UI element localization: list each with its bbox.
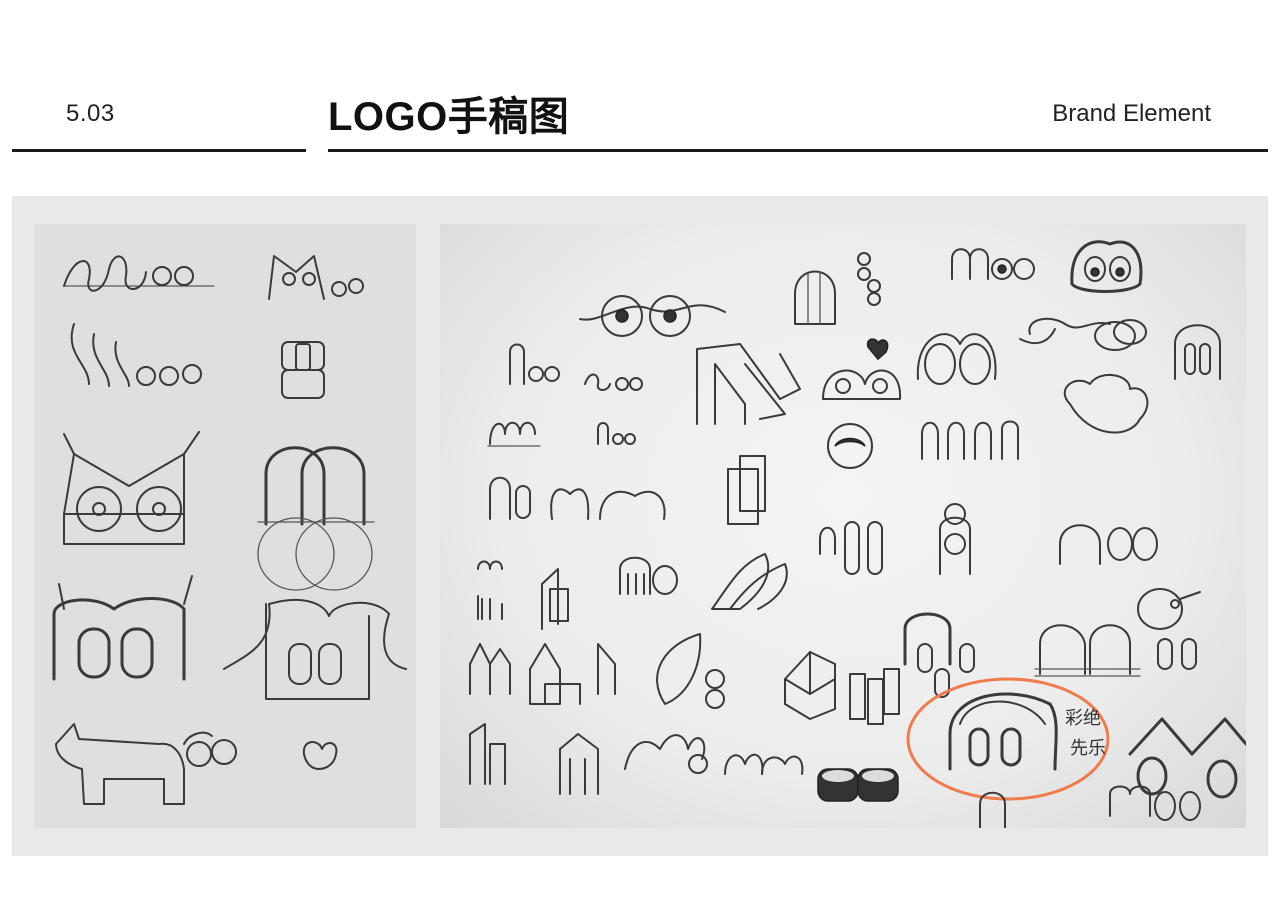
sketch-owl-horns xyxy=(63,431,200,545)
sketch-towers-bottom xyxy=(469,723,599,795)
highlighted-moo-concept: 彩绝 先乐 xyxy=(906,677,1110,801)
sketch-cloud-hand xyxy=(1063,374,1149,434)
sketch-double-o xyxy=(257,446,375,591)
sketch-moo-script xyxy=(724,753,804,775)
sketch-cluster-left xyxy=(477,560,569,630)
sketch-muu-letters xyxy=(921,420,1019,460)
sketch-moo-hair xyxy=(223,599,407,700)
sketch-cube xyxy=(784,651,836,720)
sketch-mmmo xyxy=(619,556,678,595)
header-rule-left xyxy=(12,149,306,152)
sketch-heart-moo xyxy=(822,338,902,400)
header-rule-right xyxy=(328,149,1268,152)
brand-element-label: Brand Element xyxy=(1052,100,1211,127)
sketch-moo-round xyxy=(1059,524,1158,565)
sketch-keyhole xyxy=(939,503,971,575)
sketch-block-letter xyxy=(281,341,325,399)
sketch-flame-waves xyxy=(711,553,788,610)
sketch-swirl-moo xyxy=(1019,317,1147,351)
right-sketch-drawing: 彩绝 先乐 xyxy=(469,240,1246,828)
left-sketch-sheet xyxy=(34,224,416,828)
sketch-small-heart xyxy=(302,741,338,770)
sketch-owl-face xyxy=(1070,240,1143,293)
handwritten-note-line2: 先乐 xyxy=(1070,738,1106,759)
sketch-tall-blocks xyxy=(849,668,900,725)
sketch-roof-oo xyxy=(1128,717,1246,799)
right-sketch-sheet: 彩绝 先乐 xyxy=(440,224,1246,828)
sketch-black-rings xyxy=(817,768,899,802)
sketch-owl-eyes xyxy=(579,295,726,337)
sketch-arch-oo xyxy=(1174,324,1221,380)
section-number: 5.03 xyxy=(66,100,115,127)
sketch-stacked-rings xyxy=(857,252,881,306)
sketch-mmoo-bottom xyxy=(1109,785,1201,821)
sketch-squiggle-moo xyxy=(584,373,643,391)
sketch-cow-silhouette xyxy=(55,723,237,805)
sketch-wave-moo xyxy=(63,255,215,292)
sketch-wave-moo-bottom xyxy=(624,734,708,774)
sketch-owl-rings xyxy=(916,333,997,385)
sketch-wave-row xyxy=(487,421,541,447)
sketch-leaf-oo xyxy=(656,633,725,709)
sketch-flame-moo xyxy=(70,323,202,387)
sketch-moo-horns xyxy=(52,575,193,681)
sketch-pill-row xyxy=(1034,624,1141,677)
sketch-houses xyxy=(469,643,616,705)
sketch-owl-small xyxy=(268,255,364,300)
sketch-moo-top xyxy=(951,248,1035,280)
page-title: LOGO手稿图 xyxy=(328,95,570,139)
sketch-block-m xyxy=(696,343,801,425)
sketch-arch-pill xyxy=(819,521,883,575)
sketch-moo-arch-row xyxy=(489,455,766,525)
sketch-small-moo xyxy=(597,422,636,445)
sketch-animal-oo xyxy=(1137,588,1201,670)
sketch-moo-mini xyxy=(509,343,560,385)
sketch-target-dome xyxy=(827,423,873,469)
left-sketch-drawing xyxy=(52,255,407,805)
handwritten-note-line1: 彩绝 xyxy=(1065,708,1101,729)
sketch-panel: 彩绝 先乐 xyxy=(12,196,1268,856)
sketch-arch-tall xyxy=(794,270,836,325)
